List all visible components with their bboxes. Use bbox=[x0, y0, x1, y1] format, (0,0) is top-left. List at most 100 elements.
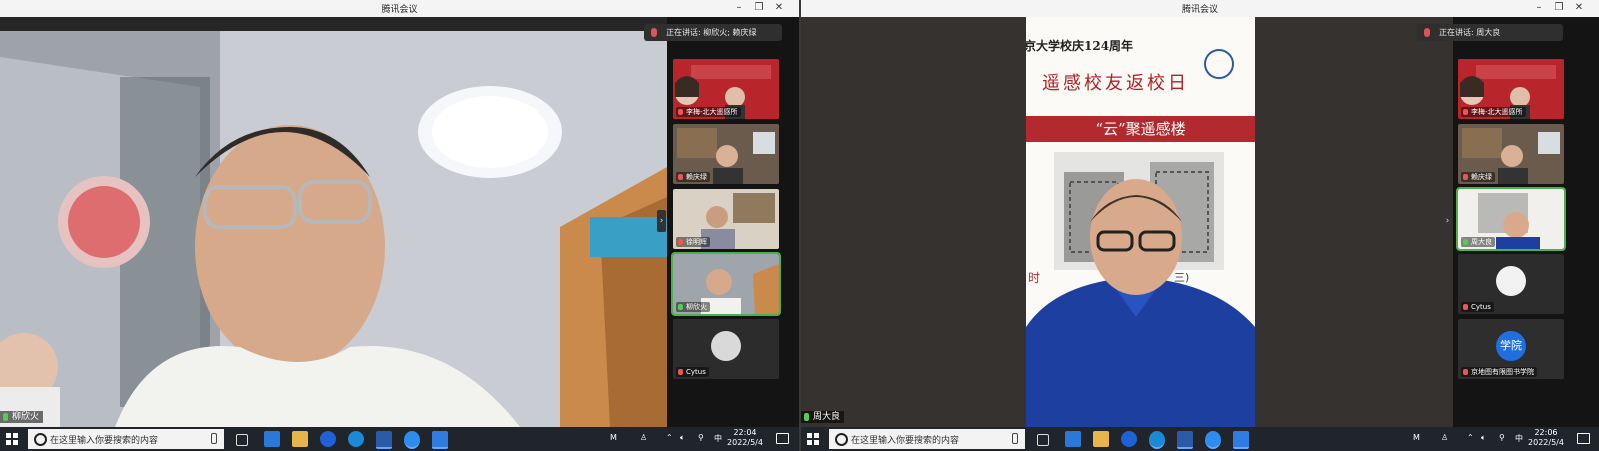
speaking-indicator: 正在讲话: 周大良 bbox=[1417, 24, 1563, 41]
participant-name: 赖庆绿 bbox=[676, 172, 710, 182]
word-icon[interactable] bbox=[376, 431, 392, 449]
mic-icon bbox=[651, 28, 657, 37]
window-title: 腾讯会议 bbox=[1181, 5, 1218, 15]
word-icon[interactable] bbox=[1177, 431, 1193, 449]
browser-icon[interactable] bbox=[320, 431, 336, 447]
main-speaker-label: 周大良 bbox=[801, 411, 845, 423]
close-button[interactable]: ✕ bbox=[771, 1, 787, 15]
speaking-indicator: 正在讲话: 柳欣火; 赖庆绿 bbox=[644, 24, 782, 41]
taskbar: 在这里输入你要搜索的内容 M ♙ ⌃ 🔈︎ ⚲ 中 22:04 2022/5/4 bbox=[0, 427, 799, 451]
meeting-app-icon[interactable] bbox=[404, 431, 420, 449]
main-speaker-label: 柳欣火 bbox=[0, 411, 44, 423]
participant-name: 李梅-北大遥感所 bbox=[676, 107, 741, 117]
participant-name: 京地图有限图书学院 bbox=[1461, 367, 1537, 377]
expand-panel-button[interactable]: › bbox=[657, 210, 666, 232]
mic-icon bbox=[678, 369, 683, 375]
expand-panel-button[interactable]: › bbox=[1443, 210, 1452, 232]
task-view-icon[interactable] bbox=[236, 434, 248, 446]
restore-button[interactable]: ❐ bbox=[1551, 1, 1567, 15]
minimize-button[interactable]: – bbox=[731, 1, 747, 15]
start-button[interactable] bbox=[6, 433, 18, 445]
mic-icon bbox=[1463, 369, 1468, 375]
participant-tile[interactable]: 李梅-北大遥感所 bbox=[673, 59, 779, 119]
person-icon[interactable]: ♙ bbox=[640, 433, 647, 451]
taskbar-clock[interactable]: 22:04 2022/5/4 bbox=[722, 428, 768, 448]
participant-tile[interactable]: 李梅-北大遥感所 bbox=[1458, 59, 1564, 119]
title-bar: 腾讯会议 – ❐ ✕ bbox=[801, 0, 1599, 18]
participant-tile-active[interactable]: 周大良 bbox=[1456, 187, 1566, 251]
chevron-up-icon[interactable]: ⌃ bbox=[666, 433, 673, 451]
cortana-icon bbox=[835, 433, 848, 446]
microphone-icon bbox=[211, 433, 217, 444]
right-screen: 腾讯会议 – ❐ ✕ 京大学校庆124周年 遥感校友返校日 “云”聚遥感楼 时 … bbox=[801, 0, 1599, 451]
network-icon[interactable]: ⚲ bbox=[1499, 433, 1505, 451]
participant-tile[interactable]: 学院 京地图有限图书学院 bbox=[1458, 319, 1564, 379]
task-view-icon[interactable] bbox=[1037, 434, 1049, 446]
tencent-meeting-icon[interactable] bbox=[432, 431, 448, 449]
mic-icon bbox=[3, 413, 8, 421]
mail-icon[interactable] bbox=[264, 431, 280, 447]
mic-icon bbox=[1424, 28, 1430, 37]
mic-icon bbox=[1463, 174, 1468, 180]
participant-tile[interactable]: 赖庆绿 bbox=[673, 124, 779, 184]
edge-icon[interactable] bbox=[1149, 431, 1165, 449]
mail-icon[interactable] bbox=[1065, 431, 1081, 447]
participant-panel: 李梅-北大遥感所 赖庆绿 徐明辉 柳欣火 Cytus bbox=[667, 17, 799, 427]
file-explorer-icon[interactable] bbox=[1093, 431, 1109, 447]
slide-subheading: 遥感校友返校日 bbox=[1042, 73, 1189, 94]
speaker-icon[interactable]: 🔈︎ bbox=[680, 433, 685, 451]
mic-icon bbox=[804, 413, 809, 421]
slide-banner: “云”聚遥感楼 bbox=[1026, 116, 1255, 142]
main-video: 京大学校庆124周年 遥感校友返校日 “云”聚遥感楼 时 三) 周大良 bbox=[801, 17, 1453, 427]
participant-name: Cytus bbox=[676, 367, 709, 377]
mic-icon bbox=[1463, 109, 1468, 115]
ime-indicator[interactable]: 中 bbox=[1515, 433, 1523, 451]
tray-m-icon[interactable]: M bbox=[1413, 433, 1420, 451]
mic-icon bbox=[1463, 304, 1468, 310]
person-icon[interactable]: ♙ bbox=[1441, 433, 1448, 451]
participant-avatar: 学院 bbox=[1496, 331, 1526, 361]
university-seal-icon bbox=[1204, 49, 1234, 79]
speaker-video-frame bbox=[0, 17, 667, 427]
taskbar-clock[interactable]: 22:06 2022/5/4 bbox=[1523, 428, 1569, 448]
restore-button[interactable]: ❐ bbox=[751, 1, 767, 15]
participant-name: 赖庆绿 bbox=[1461, 172, 1495, 182]
network-icon[interactable]: ⚲ bbox=[698, 433, 704, 451]
chevron-up-icon[interactable]: ⌃ bbox=[1467, 433, 1474, 451]
taskbar-search[interactable]: 在这里输入你要搜索的内容 bbox=[829, 429, 1025, 449]
cortana-icon bbox=[34, 433, 47, 446]
notification-icon[interactable] bbox=[776, 433, 789, 444]
participant-tile[interactable]: Cytus bbox=[1458, 254, 1564, 314]
browser-icon[interactable] bbox=[1121, 431, 1137, 447]
edge-icon[interactable] bbox=[348, 431, 364, 447]
participant-tile[interactable]: 赖庆绿 bbox=[1458, 124, 1564, 184]
close-button[interactable]: ✕ bbox=[1571, 1, 1587, 15]
minimize-button[interactable]: – bbox=[1531, 1, 1547, 15]
notification-icon[interactable] bbox=[1577, 433, 1590, 444]
ime-indicator[interactable]: 中 bbox=[714, 433, 722, 451]
speaker-icon[interactable]: 🔈︎ bbox=[1481, 433, 1486, 451]
meeting-app-icon[interactable] bbox=[1205, 431, 1221, 449]
window-title: 腾讯会议 bbox=[381, 5, 418, 15]
file-explorer-icon[interactable] bbox=[292, 431, 308, 447]
participant-name: Cytus bbox=[1461, 302, 1494, 312]
tencent-meeting-icon[interactable] bbox=[1233, 431, 1249, 449]
participant-name: 李梅-北大遥感所 bbox=[1461, 107, 1526, 117]
participant-name: 周大良 bbox=[1461, 237, 1495, 247]
participant-name: 徐明辉 bbox=[676, 237, 710, 247]
mic-icon bbox=[678, 239, 683, 245]
start-button[interactable] bbox=[807, 433, 819, 445]
participant-panel: 李梅-北大遥感所 赖庆绿 周大良 Cytus 学院 京地图有限图书学院 bbox=[1453, 17, 1599, 427]
speaker-video-frame bbox=[1026, 179, 1255, 427]
mic-icon bbox=[1463, 239, 1468, 245]
participant-tile[interactable]: Cytus bbox=[673, 319, 779, 379]
mic-icon bbox=[678, 304, 683, 310]
participant-tile-active[interactable]: 柳欣火 bbox=[671, 252, 781, 316]
title-bar: 腾讯会议 – ❐ ✕ bbox=[0, 0, 799, 18]
participant-name: 柳欣火 bbox=[676, 302, 710, 312]
slide-heading: 京大学校庆124周年 bbox=[1026, 39, 1134, 53]
participant-tile[interactable]: 徐明辉 bbox=[673, 189, 779, 249]
taskbar-search[interactable]: 在这里输入你要搜索的内容 bbox=[28, 429, 224, 449]
tray-m-icon[interactable]: M bbox=[610, 433, 617, 451]
microphone-icon bbox=[1012, 433, 1018, 444]
